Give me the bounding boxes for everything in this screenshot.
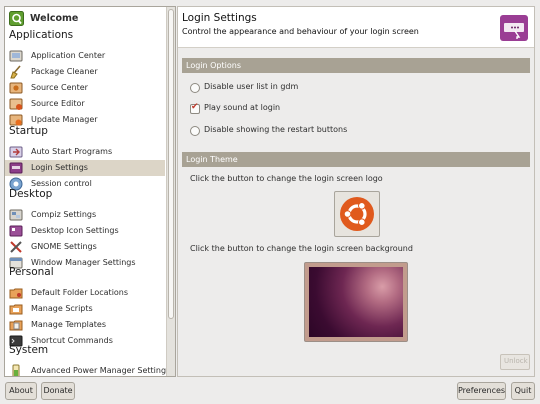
option-label: Disable showing the restart buttons [204, 125, 348, 134]
content-panel: Login Settings Control the appearance an… [177, 6, 535, 377]
page-title: Login Settings [182, 12, 257, 24]
sidebar-item-manage-scripts[interactable]: Manage Scripts [5, 301, 165, 317]
sidebar-scrollbar-thumb[interactable] [168, 9, 174, 319]
templates-icon [9, 320, 23, 331]
sidebar-item-label: GNOME Settings [31, 242, 97, 251]
sidebar-item-advanced-power-manager[interactable]: Advanced Power Manager Settings [5, 363, 170, 376]
category-startup: Startup [9, 125, 48, 137]
checkbox-play-sound[interactable] [190, 102, 200, 114]
sidebar-scrollbar[interactable] [166, 7, 175, 376]
power-manager-icon [12, 364, 20, 376]
page-subtitle: Control the appearance and behaviour of … [182, 27, 419, 36]
compiz-settings-icon [9, 209, 23, 221]
sidebar-item-manage-templates[interactable]: Manage Templates [5, 317, 165, 333]
sidebar-item-label: Manage Scripts [31, 304, 93, 313]
desktop-icon-settings-icon [9, 225, 23, 237]
folder-locations-icon [9, 288, 23, 299]
tools-icon [10, 241, 22, 253]
about-label: About [9, 386, 33, 395]
sidebar-welcome-label: Welcome [30, 13, 79, 24]
sidebar-item-label: Package Cleaner [31, 67, 98, 76]
category-personal: Personal [9, 266, 54, 278]
logo-hint: Click the button to change the login scr… [190, 174, 383, 183]
sidebar-item-source-editor[interactable]: Source Editor [5, 96, 165, 112]
sidebar-item-auto-start-programs[interactable]: Auto Start Programs [5, 144, 165, 160]
sidebar-item-package-cleaner[interactable]: Package Cleaner [5, 64, 165, 80]
sidebar-item-label: Application Center [31, 51, 106, 60]
change-logo-button[interactable] [334, 191, 380, 237]
unlock-button[interactable]: Unlock [500, 354, 530, 370]
sidebar-item-label: Update Manager [31, 115, 98, 124]
change-background-button[interactable] [304, 262, 408, 342]
login-theme-header: Login Theme [182, 152, 530, 167]
login-options-header: Login Options [182, 58, 530, 73]
auto-start-icon [9, 146, 23, 158]
sidebar-item-label: Default Folder Locations [31, 288, 129, 297]
sidebar-item-application-center[interactable]: Application Center [5, 48, 165, 64]
radio-disable-user-list[interactable] [190, 83, 200, 93]
sidebar-welcome[interactable]: Welcome [5, 10, 165, 28]
preferences-label: Preferences [458, 386, 506, 395]
sidebar-item-source-center[interactable]: Source Center [5, 80, 165, 96]
sidebar-item-default-folder-locations[interactable]: Default Folder Locations [5, 285, 165, 301]
sidebar-item-gnome-settings[interactable]: GNOME Settings [5, 239, 165, 255]
category-desktop: Desktop [9, 188, 53, 200]
login-options-title: Login Options [186, 61, 241, 70]
sidebar-item-desktop-icon-settings[interactable]: Desktop Icon Settings [5, 223, 165, 239]
sidebar-item-login-settings[interactable]: Login Settings [5, 160, 165, 176]
source-editor-icon [9, 98, 23, 110]
login-settings-icon [500, 15, 528, 41]
quit-button[interactable]: Quit [511, 382, 535, 400]
option-label: Disable user list in gdm [204, 82, 299, 91]
background-hint: Click the button to change the login scr… [190, 244, 413, 253]
sidebar-item-label: Source Center [31, 83, 88, 92]
unlock-label: Unlock [504, 357, 528, 365]
radio-disable-restart-buttons[interactable] [190, 126, 200, 136]
welcome-icon [9, 11, 24, 26]
sidebar-item-label: Desktop Icon Settings [31, 226, 119, 235]
category-system: System [9, 344, 49, 356]
sidebar-item-label: Auto Start Programs [31, 147, 113, 156]
preferences-button[interactable]: Preferences [457, 382, 506, 400]
sidebar-item-label: Manage Templates [31, 320, 106, 329]
sidebar-item-label: Login Settings [31, 163, 88, 172]
sidebar-item-label: Compiz Settings [31, 210, 97, 219]
sidebar-item-compiz-settings[interactable]: Compiz Settings [5, 207, 165, 223]
donate-label: Donate [43, 386, 73, 395]
sidebar-item-label: Advanced Power Manager Settings [31, 366, 171, 375]
category-applications: Applications [9, 29, 74, 41]
login-theme-title: Login Theme [186, 155, 238, 164]
option-label: Play sound at login [204, 103, 281, 112]
sidebar-item-label: Source Editor [31, 99, 85, 108]
broom-icon [10, 65, 21, 79]
ubuntu-logo-icon [340, 197, 374, 231]
login-settings-icon [9, 162, 23, 174]
donate-button[interactable]: Donate [41, 382, 75, 400]
quit-label: Quit [514, 386, 532, 395]
source-center-icon [9, 82, 23, 94]
sidebar: Welcome Applications Application Center … [4, 6, 176, 377]
application-center-icon [9, 50, 23, 62]
background-preview-image [309, 267, 403, 337]
scripts-icon [9, 304, 23, 315]
page-header: Login Settings Control the appearance an… [178, 7, 534, 48]
sidebar-item-label: Session control [31, 179, 92, 188]
about-button[interactable]: About [5, 382, 37, 400]
